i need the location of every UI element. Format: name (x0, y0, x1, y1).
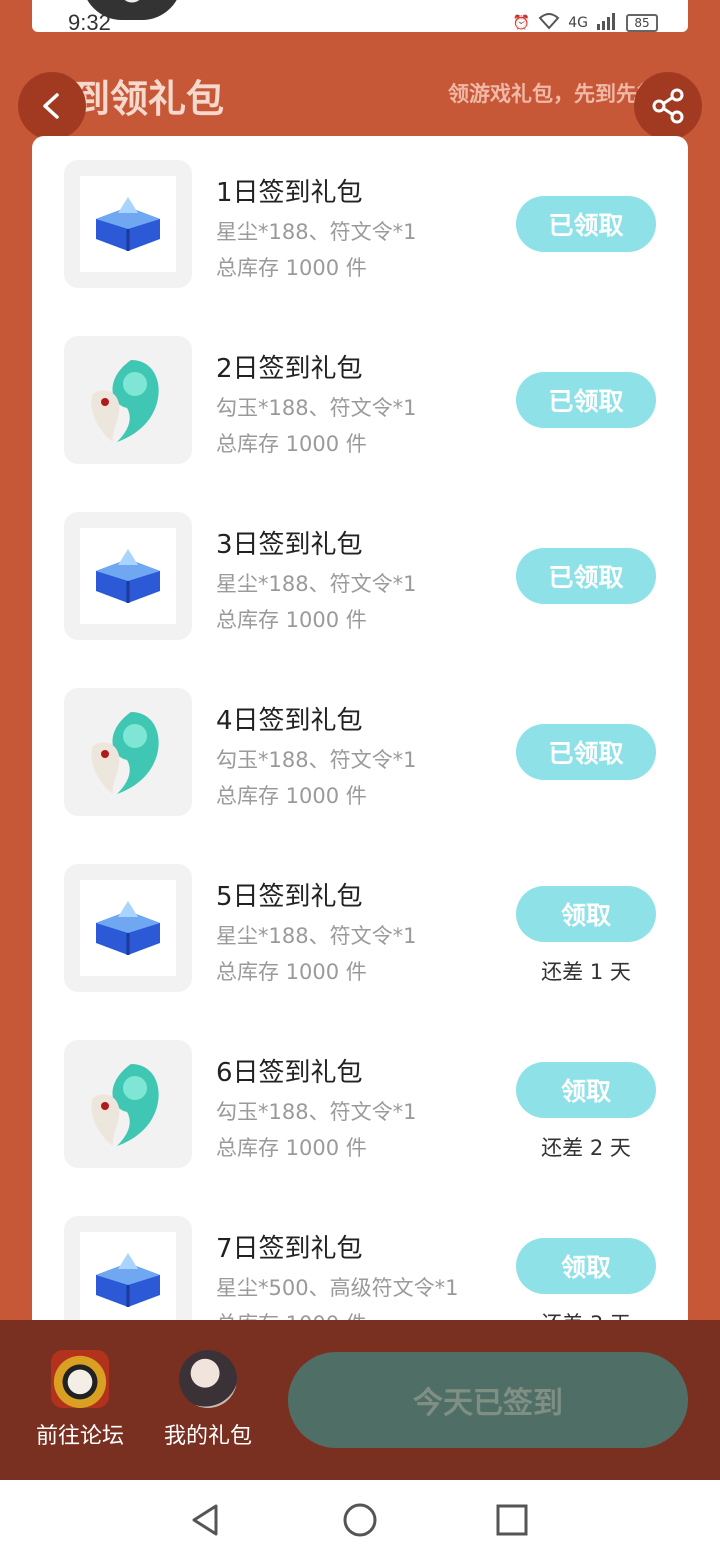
nav-home-icon[interactable] (340, 1500, 380, 1540)
forum-link[interactable]: 前往论坛 (25, 1350, 135, 1450)
gift-thumbnail (64, 512, 192, 640)
claimed-button[interactable]: 已领取 (516, 724, 656, 780)
share-button[interactable] (634, 72, 702, 140)
claimed-button[interactable]: 已领取 (516, 372, 656, 428)
gift-thumbnail (64, 336, 192, 464)
gift-title: 2日签到礼包 (216, 354, 363, 384)
gift-contents: 勾玉*188、符文令*1 (216, 396, 417, 420)
gift-title: 3日签到礼包 (216, 530, 363, 560)
gift-item: 3日签到礼包 星尘*188、符文令*1 总库存 1000 件 已领取 (32, 488, 688, 664)
gift-contents: 勾玉*188、符文令*1 (216, 748, 417, 772)
gift-thumbnail (64, 688, 192, 816)
gift-list[interactable]: 1日签到礼包 星尘*188、符文令*1 总库存 1000 件 已领取 2日签到礼… (32, 136, 688, 1320)
gift-stock: 总库存 1000 件 (216, 1136, 367, 1160)
wifi-icon (538, 12, 560, 34)
blue-chest-icon (96, 901, 160, 955)
gift-stock: 总库存 1000 件 (216, 608, 367, 632)
gift-contents: 星尘*188、符文令*1 (216, 924, 417, 948)
forum-label: 前往论坛 (35, 1424, 124, 1449)
alarm-icon: ⏰ (512, 15, 531, 31)
blue-chest-icon (96, 549, 160, 603)
checked-in-button[interactable]: 今天已签到 (288, 1352, 688, 1448)
gift-item: 2日签到礼包 勾玉*188、符文令*1 总库存 1000 件 已领取 (32, 312, 688, 488)
status-icons: ⏰ 4G 85 (513, 12, 658, 34)
back-button[interactable] (18, 72, 86, 140)
gift-stock: 总库存 1000 件 (216, 256, 367, 280)
gift-stock: 总库存 1000 件 (216, 1308, 367, 1320)
claim-button[interactable]: 领取 (516, 1238, 656, 1294)
days-remaining: 还差 2 天 (541, 1136, 631, 1160)
gift-contents: 星尘*188、符文令*1 (216, 572, 417, 596)
my-gifts-label: 我的礼包 (163, 1424, 252, 1449)
claim-button[interactable]: 领取 (516, 1062, 656, 1118)
my-gifts-link[interactable]: 我的礼包 (153, 1350, 263, 1450)
status-bar: 9:32 ⏰ 4G 85 (32, 0, 688, 35)
gift-item: 7日签到礼包 星尘*500、高级符文令*1 总库存 1000 件 领取 还差 3… (32, 1192, 688, 1320)
bottom-bar: 前往论坛 我的礼包 今天已签到 (0, 1320, 720, 1480)
share-icon (652, 88, 684, 124)
gift-contents: 勾玉*188、符文令*1 (216, 1100, 417, 1124)
gift-stock: 总库存 1000 件 (216, 432, 367, 456)
gift-contents: 星尘*188、符文令*1 (216, 220, 417, 244)
claimed-button[interactable]: 已领取 (516, 548, 656, 604)
gift-item: 6日签到礼包 勾玉*188、符文令*1 总库存 1000 件 领取 还差 2 天 (32, 1016, 688, 1192)
signal-bars-icon (596, 12, 618, 34)
blue-chest-icon (96, 1253, 160, 1307)
chevron-left-icon (43, 93, 59, 119)
blue-chest-icon (96, 197, 160, 251)
gift-stock: 总库存 1000 件 (216, 784, 367, 808)
gift-thumbnail (64, 1216, 192, 1320)
gift-thumbnail (64, 160, 192, 288)
gift-title: 1日签到礼包 (216, 178, 363, 208)
claim-button[interactable]: 领取 (516, 886, 656, 942)
jade-magatama-icon (91, 1064, 159, 1146)
nav-recents-icon[interactable] (492, 1500, 532, 1540)
days-remaining: 还差 1 天 (541, 960, 631, 984)
gift-title: 7日签到礼包 (216, 1234, 363, 1264)
nav-back-icon[interactable] (186, 1500, 226, 1540)
gift-stock: 总库存 1000 件 (216, 960, 367, 984)
forum-game-icon (51, 1350, 109, 1408)
gift-thumbnail (64, 1040, 192, 1168)
signal-type-label: 4G (568, 15, 588, 31)
gift-contents: 星尘*500、高级符文令*1 (216, 1276, 459, 1300)
gift-item: 5日签到礼包 星尘*188、符文令*1 总库存 1000 件 领取 还差 1 天 (32, 840, 688, 1016)
gift-item: 1日签到礼包 星尘*188、符文令*1 总库存 1000 件 已领取 (32, 136, 688, 312)
claimed-button[interactable]: 已领取 (516, 196, 656, 252)
gift-item: 4日签到礼包 勾玉*188、符文令*1 总库存 1000 件 已领取 (32, 664, 688, 840)
gift-title: 5日签到礼包 (216, 882, 363, 912)
status-time: 9:32 (68, 10, 111, 35)
system-nav-bar (0, 1480, 720, 1560)
days-remaining: 还差 3 天 (516, 1308, 656, 1320)
my-gifts-avatar-icon (179, 1350, 237, 1408)
jade-magatama-icon (91, 360, 159, 442)
battery-indicator: 85 (626, 14, 658, 32)
gift-title: 6日签到礼包 (216, 1058, 363, 1088)
gift-title: 4日签到礼包 (216, 706, 363, 736)
jade-magatama-icon (91, 712, 159, 794)
gift-thumbnail (64, 864, 192, 992)
